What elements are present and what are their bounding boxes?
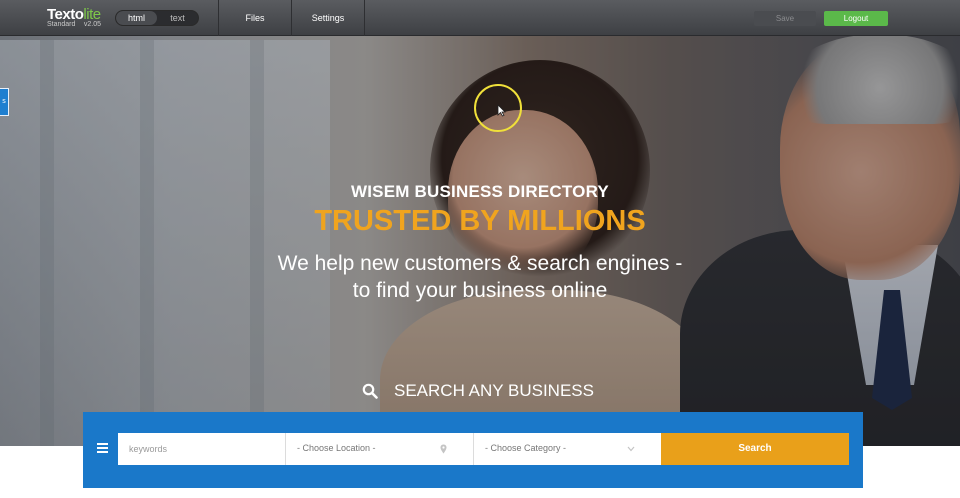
mode-toggle: html text xyxy=(115,10,199,26)
hero-tagline-line2: to find your business online xyxy=(352,279,608,302)
hamburger-menu-icon[interactable] xyxy=(97,443,108,453)
mode-html-button[interactable]: html xyxy=(116,11,157,25)
search-bar: - Choose Location - - Choose Category - … xyxy=(83,412,863,488)
side-panel-tab[interactable]: s xyxy=(0,88,9,116)
hero-tagline: We help new customers & search engines -… xyxy=(0,250,960,304)
search-title: SEARCH ANY BUSINESS xyxy=(362,380,594,402)
editor-toolbar: Textolite Standard v2.05 html text Files… xyxy=(0,0,960,36)
hero-headline: TRUSTED BY MILLIONS xyxy=(314,205,646,237)
logo-subtitle: Standard v2.05 xyxy=(47,21,101,28)
hero-tagline-line1: We help new customers & search engines - xyxy=(277,252,683,275)
search-icon xyxy=(362,383,378,399)
location-select[interactable]: - Choose Location - xyxy=(286,433,474,465)
chevron-down-icon xyxy=(627,446,635,452)
search-title-text: SEARCH ANY BUSINESS xyxy=(394,381,594,400)
search-button[interactable]: Search xyxy=(661,433,849,465)
category-select[interactable]: - Choose Category - xyxy=(474,433,661,465)
save-button[interactable]: Save xyxy=(754,11,816,26)
logo-version: v2.05 xyxy=(83,21,101,28)
mouse-cursor-icon xyxy=(497,104,506,117)
hero-eyebrow: WISEM BUSINESS DIRECTORY xyxy=(351,182,609,201)
map-pin-icon xyxy=(440,444,447,454)
keywords-input[interactable] xyxy=(118,433,285,465)
logout-button[interactable]: Logout xyxy=(824,11,888,26)
logo-edition: Standard xyxy=(47,21,76,28)
location-select-label: - Choose Location - xyxy=(297,443,376,453)
tab-settings[interactable]: Settings xyxy=(291,0,365,36)
tab-files[interactable]: Files xyxy=(218,0,291,36)
category-select-label: - Choose Category - xyxy=(485,443,567,453)
keywords-field-wrapper xyxy=(118,433,286,465)
mode-text-button[interactable]: text xyxy=(157,11,198,25)
